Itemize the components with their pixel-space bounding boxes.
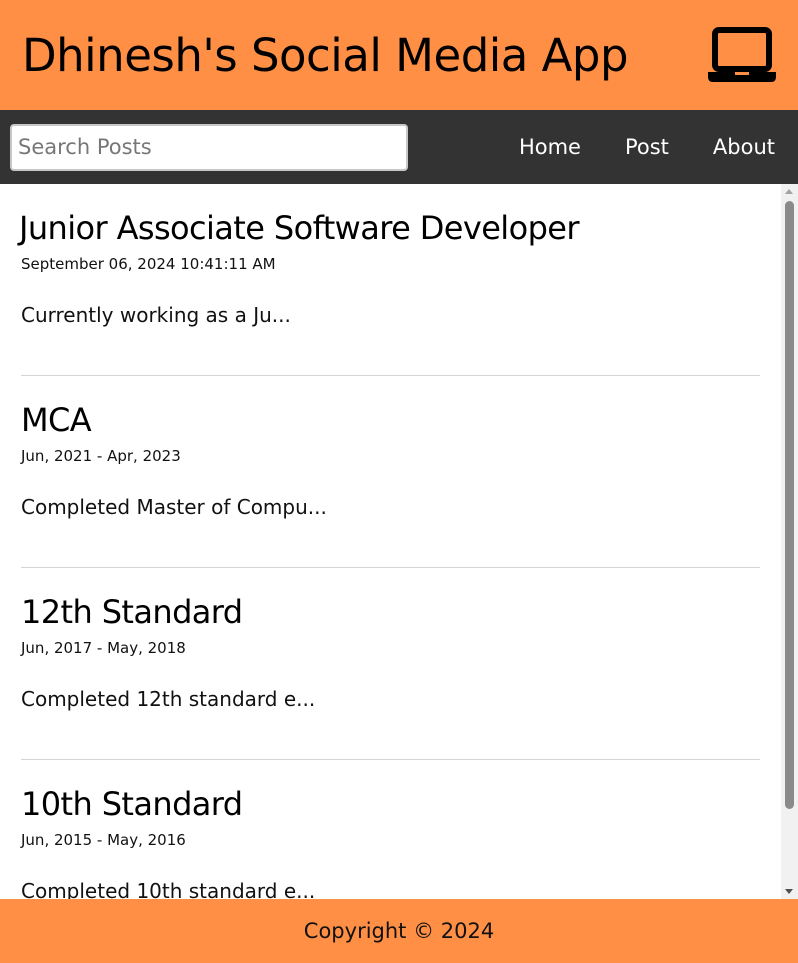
navbar: Home Post About xyxy=(0,110,798,184)
post-date: Jun, 2017 - May, 2018 xyxy=(21,639,186,657)
nav-links: Home Post About xyxy=(519,135,775,159)
nav-link-home[interactable]: Home xyxy=(519,135,581,159)
main-content: Junior Associate Software Developer Sept… xyxy=(0,184,798,899)
post-date: Jun, 2021 - Apr, 2023 xyxy=(21,447,181,465)
post-title[interactable]: 10th Standard xyxy=(21,760,760,824)
copyright-text: Copyright © 2024 xyxy=(303,919,495,943)
scroll-down-arrow-icon[interactable] xyxy=(785,889,793,894)
post-body: Currently working as a Ju... xyxy=(21,303,291,327)
scroll-thumb[interactable] xyxy=(785,201,794,809)
search-input[interactable] xyxy=(10,123,408,171)
post-body: Completed 10th standard e... xyxy=(21,879,316,899)
nav-link-about[interactable]: About xyxy=(713,135,775,159)
nav-link-post[interactable]: Post xyxy=(625,135,669,159)
post-item[interactable]: 10th Standard Jun, 2015 - May, 2016 Comp… xyxy=(21,760,760,899)
post-title[interactable]: 12th Standard xyxy=(21,568,760,632)
laptop-icon xyxy=(708,27,776,82)
scroll-up-arrow-icon[interactable] xyxy=(785,189,793,194)
post-date: Jun, 2015 - May, 2016 xyxy=(21,831,186,849)
post-item[interactable]: 12th Standard Jun, 2017 - May, 2018 Comp… xyxy=(21,568,760,760)
app-title: Dhinesh's Social Media App xyxy=(22,28,629,82)
app-header: Dhinesh's Social Media App xyxy=(0,0,798,110)
app-footer: Copyright © 2024 xyxy=(0,899,798,963)
post-date: September 06, 2024 10:41:11 AM xyxy=(21,255,276,273)
post-item[interactable]: Junior Associate Software Developer Sept… xyxy=(19,184,760,376)
post-feed[interactable]: Junior Associate Software Developer Sept… xyxy=(0,184,781,899)
feed-scrollbar[interactable] xyxy=(781,184,798,899)
post-body: Completed Master of Compu... xyxy=(21,495,327,519)
post-title[interactable]: Junior Associate Software Developer xyxy=(19,184,760,248)
post-body: Completed 12th standard e... xyxy=(21,687,316,711)
post-title[interactable]: MCA xyxy=(21,376,760,440)
post-item[interactable]: MCA Jun, 2021 - Apr, 2023 Completed Mast… xyxy=(21,376,760,568)
